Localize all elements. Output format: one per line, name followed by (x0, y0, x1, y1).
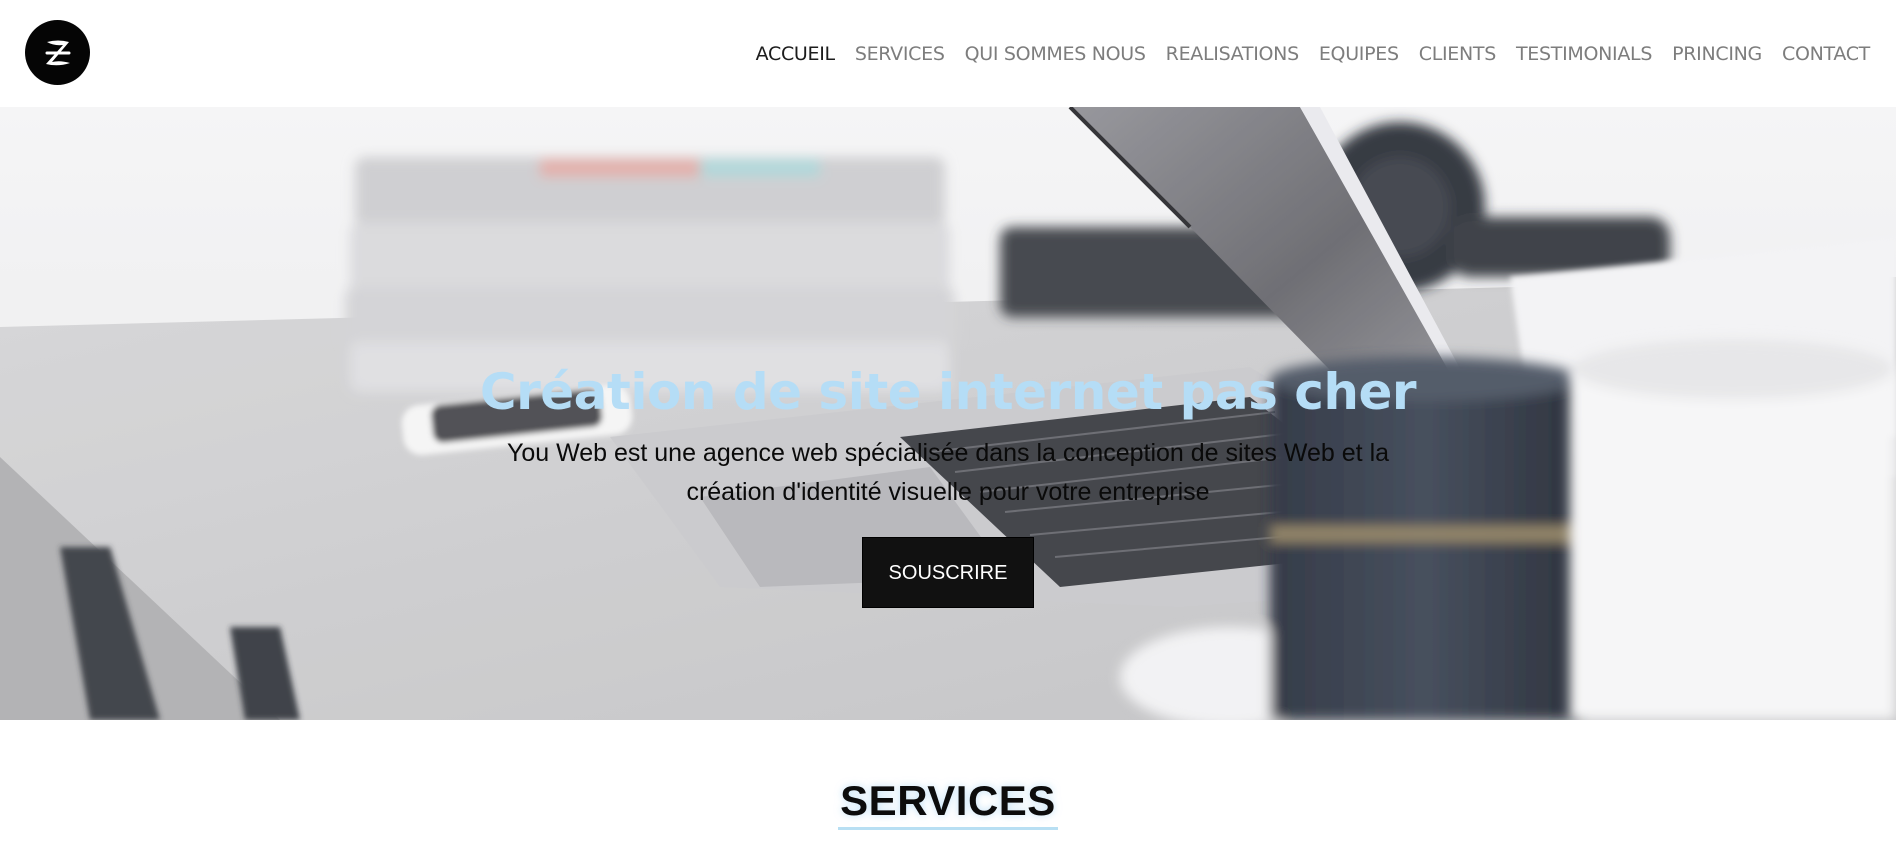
nav-qui-sommes-nous[interactable]: QUI SOMMES NOUS (965, 43, 1146, 65)
nav-realisations[interactable]: REALISATIONS (1166, 43, 1299, 65)
hero-section: Création de site internet pas cher You W… (0, 107, 1896, 720)
nav-clients[interactable]: CLIENTS (1419, 43, 1497, 65)
nav-princing[interactable]: PRINCING (1672, 43, 1762, 65)
souscrire-button[interactable]: SOUSCRIRE (862, 537, 1034, 608)
hero-subtitle: You Web est une agence web spécialisée d… (478, 434, 1418, 512)
hero-content: Création de site internet pas cher You W… (0, 365, 1896, 608)
services-heading: SERVICES (0, 777, 1896, 830)
hero-subtitle-line-2: création d'identité visuelle pour votre … (686, 478, 1210, 506)
nav-contact[interactable]: CONTACT (1782, 43, 1870, 65)
hero-subtitle-line-1: You Web est une agence web spécialisée d… (506, 439, 1390, 467)
services-heading-text: SERVICES (838, 777, 1058, 830)
nav-testimonials[interactable]: TESTIMONIALS (1516, 43, 1652, 65)
nav-accueil[interactable]: ACCUEIL (756, 43, 836, 65)
nav-services[interactable]: SERVICES (855, 43, 945, 65)
z-logo-icon[interactable] (25, 20, 90, 85)
z-logo-glyph (45, 40, 70, 65)
hero-title: Création de site internet pas cher (479, 363, 1417, 421)
site-header: ACCUEIL SERVICES QUI SOMMES NOUS REALISA… (0, 0, 1896, 107)
nav-equipes[interactable]: EQUIPES (1319, 43, 1399, 65)
main-nav: ACCUEIL SERVICES QUI SOMMES NOUS REALISA… (756, 41, 1871, 67)
